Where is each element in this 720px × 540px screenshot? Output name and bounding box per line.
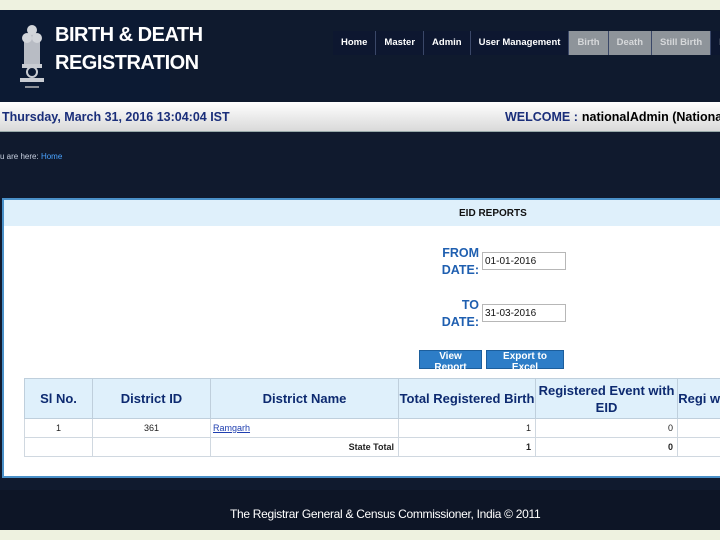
cell-empty [24, 437, 93, 457]
nav-death[interactable]: Death [608, 31, 653, 55]
cell-district-id: 361 [92, 418, 211, 438]
cell-total-birth: 1 [398, 418, 536, 438]
breadcrumb: u are here: Home [0, 152, 62, 161]
main-nav: Home Master Admin User Management Birth … [333, 31, 720, 55]
date-bar: Thursday, March 31, 2016 13:04:04 IST WE… [0, 102, 720, 132]
table-total-row: State Total 1 0 [24, 437, 720, 457]
to-date-input[interactable] [482, 304, 566, 322]
logo-block: BIRTH & DEATH REGISTRATION [0, 10, 203, 102]
cell-empty [92, 437, 211, 457]
cell-cutoff [677, 418, 720, 438]
welcome-label: WELCOME : [505, 110, 578, 124]
report-panel: EID REPORTS FROM DATE: TO DATE: View Rep… [2, 198, 720, 478]
brand-title-line1: BIRTH & DEATH [55, 24, 203, 46]
col-header-district-name: District Name [210, 378, 399, 419]
cell-district-name: Ramgarh [210, 418, 399, 438]
national-emblem-icon [20, 25, 44, 88]
site-footer: The Registrar General & Census Commissio… [0, 490, 720, 530]
cell-sl-no: 1 [24, 418, 93, 438]
col-header-sl-no: Sl No. [24, 378, 93, 419]
nav-still-birth[interactable]: Still Birth [652, 31, 712, 55]
table-row: 1 361 Ramgarh 1 0 [24, 418, 720, 438]
eid-report-table: Sl No. District ID District Name Total R… [24, 378, 720, 457]
breadcrumb-prefix: u are here: [0, 152, 39, 161]
total-with-eid-value: 0 [535, 437, 678, 457]
nav-reports[interactable]: Reports [711, 31, 720, 55]
from-date-input[interactable] [482, 252, 566, 270]
col-header-cutoff: Regi wi [677, 378, 720, 419]
cell-with-eid: 0 [535, 418, 678, 438]
nav-admin[interactable]: Admin [424, 31, 471, 55]
site-header: BIRTH & DEATH REGISTRATION Home Master A… [0, 10, 720, 102]
brand-title-line2: REGISTRATION [55, 52, 199, 74]
col-header-district-id: District ID [92, 378, 211, 419]
from-date-label: FROM DATE: [441, 246, 479, 277]
nav-user-management[interactable]: User Management [470, 31, 570, 55]
panel-title-bar: EID REPORTS [4, 200, 720, 226]
to-date-label: TO DATE: [441, 298, 479, 329]
export-excel-button[interactable]: Export to Excel [486, 350, 564, 373]
table-header-row: Sl No. District ID District Name Total R… [24, 378, 720, 419]
nav-birth[interactable]: Birth [569, 31, 609, 55]
nav-master[interactable]: Master [376, 31, 425, 55]
col-header-total-birth: Total Registered Birth [398, 378, 536, 419]
current-datetime: Thursday, March 31, 2016 13:04:04 IST [2, 110, 230, 124]
district-link[interactable]: Ramgarh [212, 423, 250, 433]
total-birth-value: 1 [398, 437, 536, 457]
view-report-button[interactable]: View Report [419, 350, 482, 373]
report-title: EID REPORTS [459, 208, 527, 219]
app-window: BIRTH & DEATH REGISTRATION Home Master A… [0, 10, 720, 530]
col-header-with-eid: Registered Event with EID [535, 378, 678, 419]
welcome-user: nationalAdmin (National Admin [581, 110, 720, 124]
nav-home[interactable]: Home [333, 31, 377, 55]
breadcrumb-home-link[interactable]: Home [41, 152, 62, 161]
footer-copyright: The Registrar General & Census Commissio… [230, 507, 541, 521]
welcome-message: WELCOME :nationalAdmin (National Admin [505, 110, 720, 124]
cell-cutoff [677, 437, 720, 457]
state-total-label: State Total [210, 437, 399, 457]
